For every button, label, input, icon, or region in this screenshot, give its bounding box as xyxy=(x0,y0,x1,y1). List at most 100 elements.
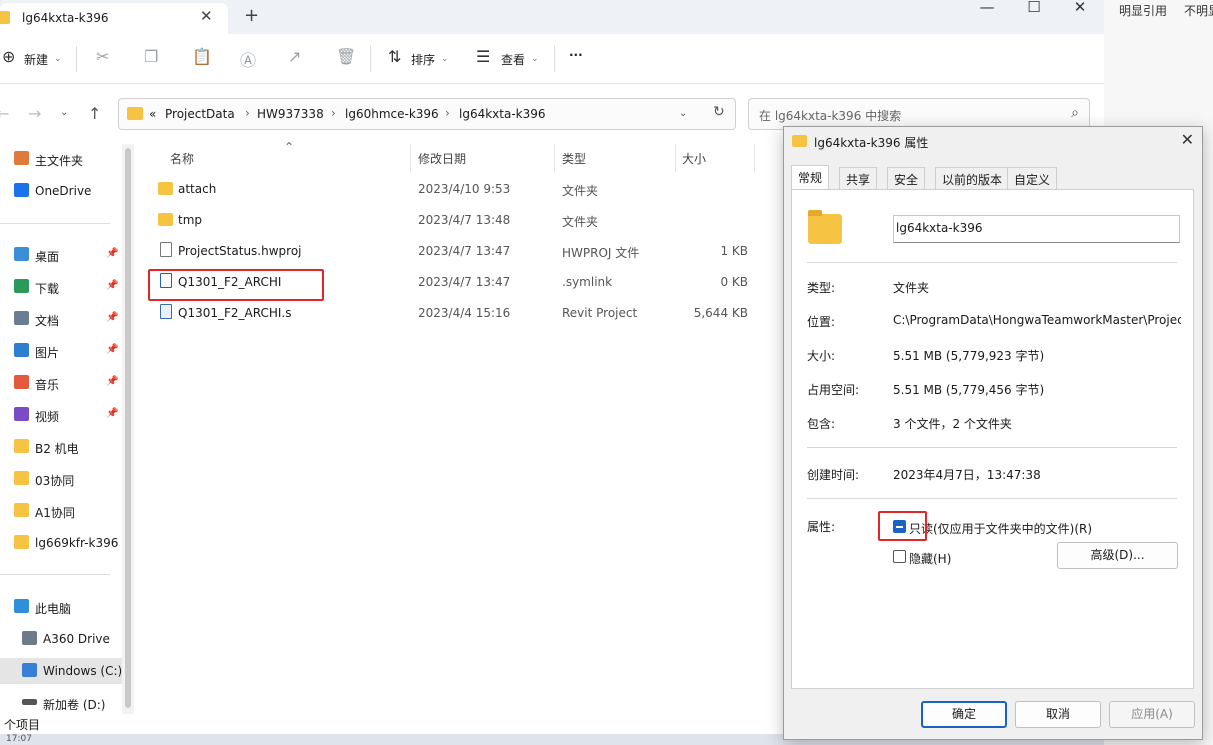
document-icon xyxy=(160,242,172,257)
file-name: attach xyxy=(178,182,217,196)
recent-chevron-icon[interactable]: ⌄ xyxy=(60,107,68,118)
pin-icon[interactable]: 📌 xyxy=(106,312,118,323)
file-row[interactable]: Q1301_F2_ARCHI.s 2023/4/4 15:16 Revit Pr… xyxy=(140,298,760,329)
apply-button[interactable]: 应用(A) xyxy=(1109,701,1195,728)
view-button[interactable]: 查看 xyxy=(501,51,525,68)
share-icon[interactable]: ↗ xyxy=(288,47,301,66)
sidebar-item-03[interactable]: 03协同 xyxy=(0,466,122,492)
sidebar-item-c-drive[interactable]: Windows (C:) xyxy=(0,658,122,684)
chevron-down-icon: ⌄ xyxy=(54,54,62,64)
size-label: 大小: xyxy=(807,349,836,363)
sidebar-item-label: B2 机电 xyxy=(35,442,79,456)
sidebar-item-d-drive[interactable]: 新加卷 (D:) xyxy=(0,690,122,716)
address-dropdown-icon[interactable]: ⌄ xyxy=(679,108,687,119)
tab-security[interactable]: 安全 xyxy=(887,167,926,189)
search-icon[interactable]: ⌕ xyxy=(1071,105,1079,121)
sidebar-scrollbar[interactable] xyxy=(122,144,134,714)
sidebar-item-lg669kfr[interactable]: lg669kfr-k396 xyxy=(0,530,122,556)
column-header-type[interactable]: 类型 xyxy=(562,150,586,167)
style-option[interactable]: 明显引用 xyxy=(1119,2,1167,19)
toolbar-divider xyxy=(76,46,77,72)
copy-icon[interactable]: ❐ xyxy=(144,47,158,66)
delete-icon[interactable]: 🗑 xyxy=(336,47,356,66)
file-row[interactable]: attach 2023/4/10 9:53 文件夹 xyxy=(140,174,760,205)
sidebar-item-desktop[interactable]: 桌面 📌 xyxy=(0,242,122,268)
close-icon[interactable]: ✕ xyxy=(1181,130,1194,149)
contains-label: 包含: xyxy=(807,417,836,431)
cancel-button[interactable]: 取消 xyxy=(1015,701,1101,728)
column-separator[interactable] xyxy=(410,144,411,172)
readonly-label[interactable]: 只读(仅应用于文件夹中的文件)(R) xyxy=(909,520,1092,537)
column-header-size[interactable]: 大小 xyxy=(682,150,706,167)
breadcrumb-item[interactable]: HW937338 xyxy=(257,107,324,121)
refresh-icon[interactable]: ↻ xyxy=(713,104,725,120)
address-bar[interactable]: « ProjectData › HW937338 › lg60hmce-k396… xyxy=(118,98,736,130)
tab-customize[interactable]: 自定义 xyxy=(1007,167,1058,189)
sidebar-item-pictures[interactable]: 图片 📌 xyxy=(0,338,122,364)
sort-button[interactable]: 排序 xyxy=(411,51,435,68)
breadcrumb-item[interactable]: ProjectData xyxy=(165,107,235,121)
pin-icon[interactable]: 📌 xyxy=(106,248,118,259)
sidebar-item-label: 视频 xyxy=(35,410,60,424)
pin-icon[interactable]: 📌 xyxy=(106,408,118,419)
column-separator[interactable] xyxy=(554,144,555,172)
rename-icon[interactable]: Ⓐ xyxy=(240,47,256,71)
sidebar-item-b2[interactable]: B2 机电 xyxy=(0,434,122,460)
folder-icon xyxy=(158,182,173,195)
file-row[interactable]: tmp 2023/4/7 13:48 文件夹 xyxy=(140,205,760,236)
cut-icon[interactable]: ✂ xyxy=(96,47,109,66)
sidebar-item-home[interactable]: 主文件夹 xyxy=(0,146,122,172)
sidebar-item-a360[interactable]: A360 Drive xyxy=(0,626,122,652)
forward-arrow-icon[interactable]: → xyxy=(28,104,41,123)
window-close-button[interactable]: ✕ xyxy=(1057,0,1103,15)
column-header-date[interactable]: 修改日期 xyxy=(418,150,466,167)
hidden-checkbox[interactable] xyxy=(893,550,906,563)
hidden-label[interactable]: 隐藏(H) xyxy=(909,550,951,567)
disk-size-label: 占用空间: xyxy=(807,383,860,397)
scrollbar-thumb[interactable] xyxy=(125,148,131,708)
new-tab-button[interactable]: + xyxy=(244,5,259,26)
new-button[interactable]: 新建 xyxy=(24,51,48,68)
breadcrumb-item[interactable]: lg60hmce-k396 xyxy=(345,107,439,121)
pin-icon[interactable]: 📌 xyxy=(106,376,118,387)
ok-button[interactable]: 确定 xyxy=(921,701,1007,728)
tab-close-icon[interactable]: ✕ xyxy=(200,7,213,25)
column-separator[interactable] xyxy=(754,144,755,172)
pin-icon[interactable]: 📌 xyxy=(106,280,118,291)
tab-current[interactable]: lg64kxta-k396 ✕ xyxy=(0,3,228,34)
navigation-pane: 主文件夹 OneDrive 桌面 📌 下载 📌 文档 📌 图片 📌 音乐 📌 视频 📌 B2… xyxy=(0,144,122,724)
picture-icon xyxy=(14,343,29,357)
sidebar-item-this-pc[interactable]: 此电脑 xyxy=(0,594,122,620)
sidebar-item-label: Windows (C:) xyxy=(43,664,123,678)
tab-general[interactable]: 常规 xyxy=(791,165,830,190)
column-separator[interactable] xyxy=(675,144,676,172)
sidebar-item-a1[interactable]: A1协同 xyxy=(0,498,122,524)
file-row[interactable]: ProjectStatus.hwproj 2023/4/7 13:47 HWPR… xyxy=(140,236,760,267)
breadcrumb-overflow[interactable]: « xyxy=(149,107,156,121)
more-options-button[interactable]: ··· xyxy=(569,48,583,62)
folder-name-input[interactable]: lg64kxta-k396 xyxy=(893,215,1180,243)
sidebar-item-documents[interactable]: 文档 📌 xyxy=(0,306,122,332)
minimize-button[interactable]: — xyxy=(964,0,1010,15)
pin-icon[interactable]: 📌 xyxy=(106,344,118,355)
disk-size-value: 5.51 MB (5,779,456 字节) xyxy=(893,383,1045,397)
back-arrow-icon[interactable]: ← xyxy=(0,104,9,123)
style-option[interactable]: 不明显 xyxy=(1184,2,1213,19)
sidebar-item-downloads[interactable]: 下载 📌 xyxy=(0,274,122,300)
breadcrumb-item[interactable]: lg64kxta-k396 xyxy=(459,107,546,121)
maximize-button[interactable]: ☐ xyxy=(1011,0,1057,15)
file-type: 文件夹 xyxy=(562,215,599,229)
sidebar-item-videos[interactable]: 视频 📌 xyxy=(0,402,122,428)
sidebar-item-onedrive[interactable]: OneDrive xyxy=(0,178,122,204)
up-arrow-icon[interactable]: ↑ xyxy=(88,104,101,123)
sidebar-divider xyxy=(0,574,110,575)
divider xyxy=(807,498,1177,499)
file-date: 2023/4/7 13:47 xyxy=(418,275,511,289)
column-header-name[interactable]: 名称 xyxy=(170,150,194,167)
file-size: 5,644 KB xyxy=(693,306,748,320)
advanced-button[interactable]: 高级(D)... xyxy=(1057,542,1178,569)
tab-previous-versions[interactable]: 以前的版本 xyxy=(935,167,1010,189)
paste-icon[interactable]: 📋 xyxy=(192,47,212,66)
sidebar-item-music[interactable]: 音乐 📌 xyxy=(0,370,122,396)
tab-sharing[interactable]: 共享 xyxy=(839,167,878,189)
